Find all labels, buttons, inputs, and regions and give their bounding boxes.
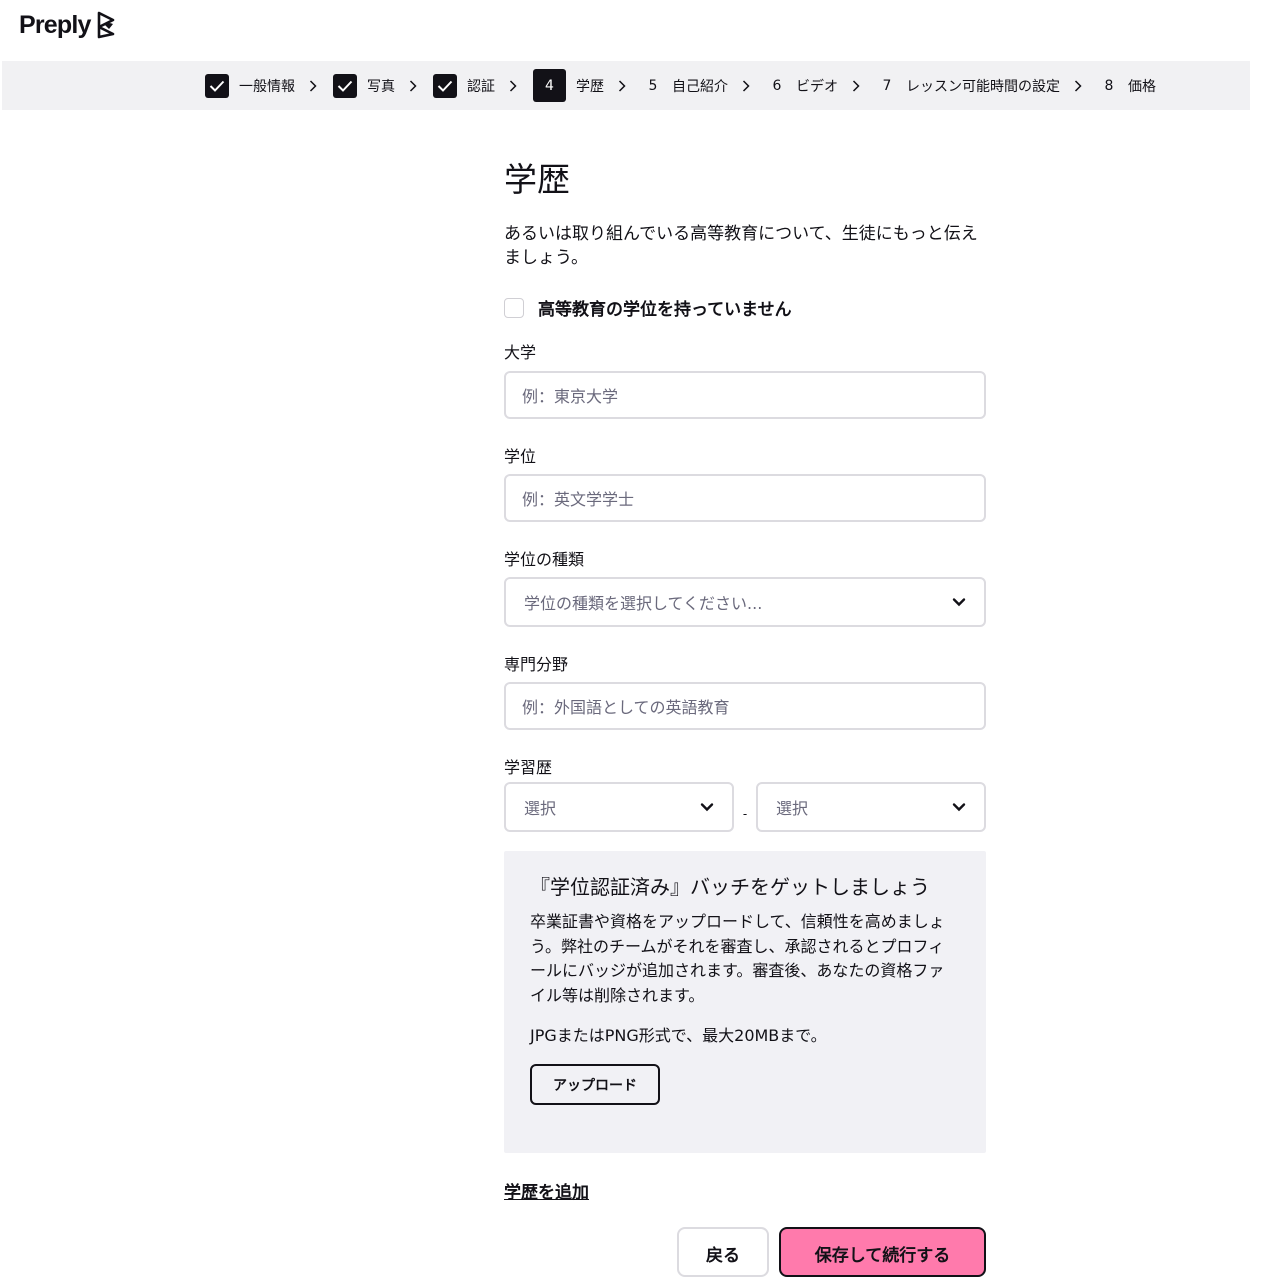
- step-number: 6: [772, 77, 782, 94]
- verified-badge-card: 『学位認証済み』バッチをゲットしましょう 卒業証書や資格をアップロードして、信頼…: [504, 851, 986, 1153]
- chevron-right-icon: [742, 79, 752, 93]
- degree-label: 学位: [504, 447, 537, 466]
- preply-logo[interactable]: Preply: [19, 10, 119, 40]
- years-from-select[interactable]: 選択: [504, 782, 734, 832]
- step-certification[interactable]: 認証: [433, 61, 495, 110]
- years-to-select[interactable]: 選択: [756, 782, 986, 832]
- years-field: 学習歴 選択 - 選択: [504, 757, 986, 832]
- add-education-link[interactable]: 学歴を追加: [504, 1178, 589, 1203]
- chevron-right-icon: [509, 79, 519, 93]
- degree-type-select[interactable]: 学位の種類を選択してください...: [504, 577, 986, 627]
- specialization-placeholder: 例：外国語としての英語教育: [522, 698, 730, 717]
- years-from-placeholder: 選択: [524, 799, 557, 818]
- step-label: 学歴: [576, 78, 604, 95]
- back-button[interactable]: 戻る: [677, 1227, 769, 1277]
- step-label: 写真: [367, 78, 395, 95]
- step-number: 4: [533, 69, 566, 102]
- badge-card-title: 『学位認証済み』バッチをゲットしましょう: [530, 875, 930, 899]
- university-placeholder: 例：東京大学: [522, 387, 619, 406]
- chevron-down-icon: [952, 803, 966, 812]
- chevron-right-icon: [409, 79, 419, 93]
- step-label: 認証: [467, 78, 495, 95]
- specialization-input[interactable]: 例：外国語としての英語教育: [504, 682, 986, 730]
- step-number: 8: [1104, 77, 1114, 94]
- chevron-right-icon: [852, 79, 862, 93]
- degree-placeholder: 例：英文学学士: [522, 490, 635, 509]
- logo-mark-icon: [97, 11, 114, 39]
- no-degree-checkbox[interactable]: [504, 297, 524, 318]
- years-label: 学習歴: [504, 758, 553, 777]
- step-label: 一般情報: [239, 78, 295, 95]
- university-label: 大学: [504, 343, 537, 362]
- check-icon: [433, 73, 457, 98]
- chevron-right-icon: [1074, 79, 1084, 93]
- degree-type-placeholder: 学位の種類を選択してください...: [524, 594, 763, 613]
- degree-field: 学位 例：英文学学士: [504, 446, 986, 522]
- logo-wordmark: Preply: [19, 10, 91, 39]
- onboarding-stepper: 一般情報 写真 認証 4 学歴 5 自己紹介 6 ビデオ 7 レッスン可能時間の…: [2, 61, 1250, 110]
- step-availability[interactable]: 7 レッスン可能時間の設定: [876, 61, 1060, 110]
- step-label: 価格: [1128, 78, 1156, 95]
- specialization-label: 専門分野: [504, 655, 569, 674]
- step-label: 自己紹介: [672, 78, 728, 95]
- step-photo[interactable]: 写真: [333, 61, 395, 110]
- degree-type-field: 学位の種類 学位の種類を選択してください...: [504, 549, 986, 627]
- chevron-right-icon: [309, 79, 319, 93]
- check-icon: [205, 73, 229, 98]
- badge-card-body: 卒業証書や資格をアップロードして、信頼性を高めましょう。弊社のチームがそれを審査…: [530, 912, 945, 1005]
- university-field: 大学 例：東京大学: [504, 342, 986, 419]
- step-video[interactable]: 6 ビデオ: [766, 61, 838, 110]
- no-degree-option[interactable]: 高等教育の学位を持っていません: [504, 295, 986, 320]
- no-degree-label: 高等教育の学位を持っていません: [538, 300, 792, 320]
- degree-input[interactable]: 例：英文学学士: [504, 474, 986, 522]
- step-label: ビデオ: [796, 78, 838, 95]
- step-education[interactable]: 4 学歴: [533, 61, 604, 110]
- save-and-continue-button[interactable]: 保存して続行する: [779, 1227, 986, 1277]
- years-separator: -: [742, 807, 748, 821]
- specialization-field: 専門分野 例：外国語としての英語教育: [504, 654, 986, 730]
- page-title: 学歴: [504, 160, 570, 199]
- step-pricing[interactable]: 8 価格: [1098, 61, 1156, 110]
- upload-button[interactable]: アップロード: [530, 1064, 660, 1105]
- education-form: 学歴 あるいは取り組んでいる高等教育について、生徒にもっと伝えましょう。 高等教…: [504, 150, 986, 832]
- step-label: レッスン可能時間の設定: [906, 78, 1060, 95]
- years-to-placeholder: 選択: [776, 799, 809, 818]
- university-input[interactable]: 例：東京大学: [504, 371, 986, 419]
- step-number: 7: [882, 77, 892, 94]
- chevron-down-icon: [952, 598, 966, 607]
- step-description[interactable]: 5 自己紹介: [642, 61, 728, 110]
- page-subtitle: あるいは取り組んでいる高等教育について、生徒にもっと伝えましょう。: [504, 224, 978, 268]
- badge-card-file-note: JPGまたはPNG形式で、最大20MBまで。: [530, 1026, 827, 1045]
- step-general-info[interactable]: 一般情報: [205, 61, 295, 110]
- check-icon: [333, 73, 357, 98]
- chevron-down-icon: [700, 803, 714, 812]
- step-number: 5: [648, 77, 658, 94]
- top-header: Preply: [0, 0, 1262, 60]
- chevron-right-icon: [618, 79, 628, 93]
- degree-type-label: 学位の種類: [504, 550, 585, 569]
